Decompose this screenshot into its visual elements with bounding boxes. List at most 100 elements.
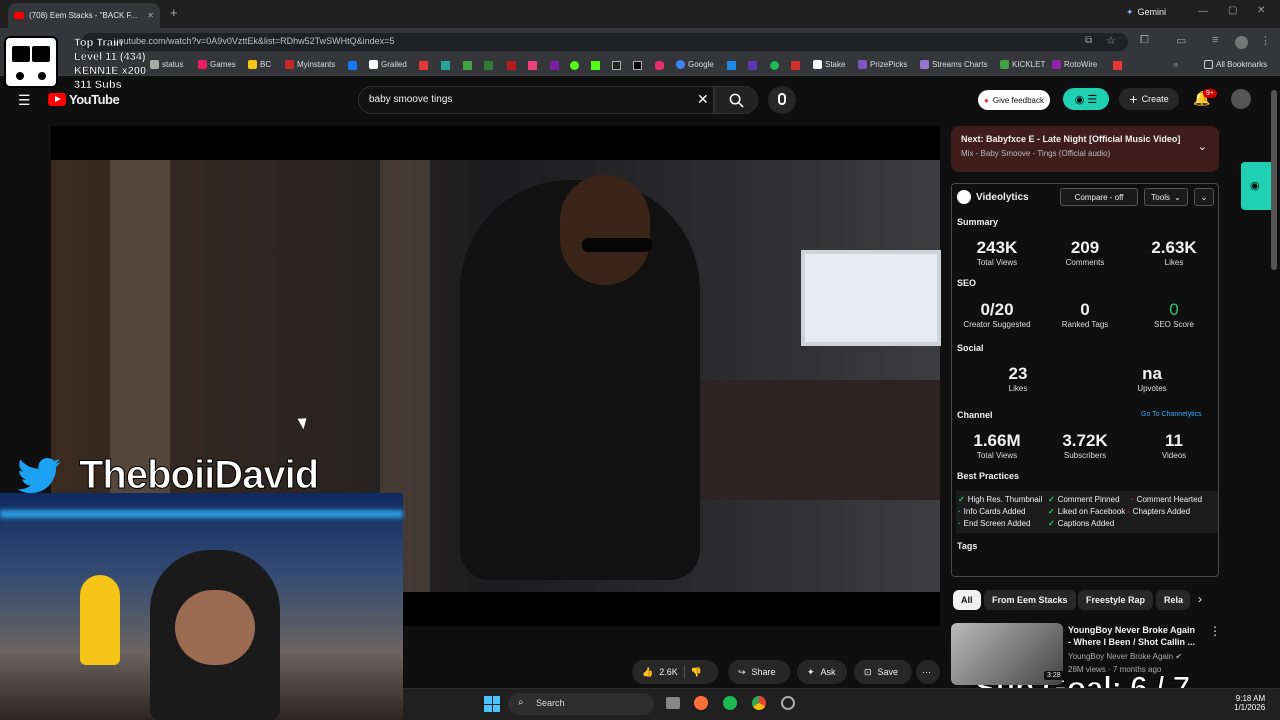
chrome-icon[interactable] [752,696,766,710]
videolytics-side-tab[interactable]: ◉ [1241,162,1271,210]
spotify-icon[interactable] [723,696,737,710]
check-icon: · [958,519,961,528]
dislike-button[interactable]: 👎 [691,667,702,678]
clear-search-icon[interactable]: ✕ [697,91,709,108]
install-icon[interactable]: ⧉ [1085,35,1092,46]
kick-icon[interactable] [570,61,579,70]
rec-video-title[interactable]: YoungBoy Never Broke Again - Where I Bee… [1068,624,1200,648]
bookmark-icon[interactable] [441,61,450,70]
bookmark-status[interactable]: status [150,60,183,69]
bookmark-icon[interactable] [748,61,757,70]
chevron-right-icon[interactable]: › [1198,592,1202,606]
bookmark-icon[interactable] [507,61,516,70]
collapse-button[interactable]: ⌄ [1194,188,1214,206]
like-button[interactable]: 👍 2.6K [642,667,678,678]
more-bookmarks-icon[interactable]: » [1173,59,1178,69]
tiktok-icon[interactable] [612,61,621,70]
bookmark-google[interactable]: Google [676,60,714,69]
bookmark-icon[interactable] [419,61,428,70]
app-icon[interactable] [781,696,795,710]
rec-channel[interactable]: YoungBoy Never Broke Again ✔ [1068,652,1182,661]
bp-label: High Res. Thumbnail [967,495,1043,504]
give-feedback-button[interactable]: ● Give feedback [978,90,1050,110]
all-bookmarks-button[interactable]: All Bookmarks [1204,60,1267,69]
chip-freestyle-rap[interactable]: Freestyle Rap [1078,590,1154,610]
chevron-down-icon[interactable]: ⌄ [1198,140,1207,153]
extensions-icon[interactable]: ⧠ [1140,34,1149,47]
taskbar-search[interactable]: ⌕ Search [508,693,654,715]
bookmark-games[interactable]: Games [198,60,236,69]
extension-toggle-button[interactable]: ◉ ☰ [1063,88,1109,110]
facebook-icon[interactable] [348,61,357,70]
bookmark-icon[interactable] [550,61,559,70]
next-video-banner[interactable]: Next: Babyfxce E - Late Night [Official … [951,126,1219,172]
bookmark-star-icon[interactable]: ☆ [1106,34,1116,47]
figurine [80,575,120,665]
bookmark-bc[interactable]: BC [248,60,271,69]
x-icon[interactable] [633,61,642,70]
ask-button[interactable]: ✦ Ask [797,660,847,684]
create-button[interactable]: + Create [1119,88,1179,110]
gemini-button[interactable]: ✦ Gemini [1126,7,1166,18]
page-scrollbar[interactable] [1271,90,1277,270]
kick-icon[interactable] [591,61,600,70]
chevron-down-icon: ⌄ [1200,191,1208,202]
go-to-channelytics-link[interactable]: Go To Channelytics [1141,411,1202,418]
restore-icon[interactable]: ▢ [1228,5,1237,16]
sparkle-icon: ✦ [807,666,815,677]
browser-tab[interactable]: (708) Eem Stacks - "BACK F... ✕ [8,3,160,28]
bookmark-kicklet[interactable]: KICKLET [1000,60,1045,69]
stat-value: 2.63K [1151,238,1197,257]
more-actions-button[interactable]: ⋯ [916,660,940,684]
search-input[interactable]: baby smoove tings [358,86,714,114]
account-avatar[interactable] [1231,89,1251,109]
youtube-logo[interactable]: YouTube [48,92,120,107]
spotify-icon[interactable] [770,61,779,70]
close-tab-icon[interactable]: ✕ [147,11,154,20]
hamburger-menu-icon[interactable]: ☰ [18,92,31,109]
search-button[interactable] [714,86,758,114]
share-button[interactable]: ↪ Share [728,660,790,684]
bp-item: ✓ High Res. Thumbnail [958,495,1042,504]
bookmark-rotowire[interactable]: RotoWire [1052,60,1097,69]
bookmark-icon[interactable] [484,61,493,70]
compare-toggle[interactable]: Compare - off [1060,188,1138,206]
chip-all[interactable]: All [953,590,981,610]
chip-from-eem-stacks[interactable]: From Eem Stacks [984,590,1076,610]
new-tab-icon[interactable]: + [170,5,178,20]
profile-avatar[interactable] [1235,36,1248,49]
bookmark-label: Streams Charts [932,60,988,69]
bookmark-icon[interactable] [528,61,537,70]
bookmark-streams-charts[interactable]: Streams Charts [920,60,988,69]
voice-search-button[interactable] [768,86,796,114]
windows-start-icon[interactable] [484,696,500,712]
media-icon[interactable]: ≡ [1212,34,1218,46]
firefox-icon[interactable] [694,696,708,710]
sidepanel-icon[interactable]: ▭ [1176,34,1186,47]
stat-channel-views: 1.66M Total Views [952,431,1042,460]
taskbar-clock[interactable]: 9:18 AM 1/1/2026 [1234,694,1265,712]
url-field[interactable]: youtube.com/watch?v=0A9v0VzttEk&list=RDh… [82,33,1128,51]
save-button[interactable]: ⊡ Save [854,660,912,684]
minimize-icon[interactable]: — [1198,6,1208,17]
bookmark-icon[interactable] [463,61,472,70]
more-options-icon[interactable]: ⋮ [1209,624,1221,638]
menu-icon[interactable]: ⋮ [1260,34,1271,47]
bookmark-stake[interactable]: Stake [813,60,845,69]
bookmark-icon[interactable] [791,61,800,70]
bookmark-prizepicks[interactable]: PrizePicks [858,60,907,69]
bookmark-icon[interactable] [1113,61,1122,70]
bookmark-icon[interactable] [727,61,736,70]
close-window-icon[interactable]: ✕ [1257,5,1265,16]
compare-label: Compare - off [1074,192,1124,202]
bp-item: · End Screen Added [958,519,1030,528]
chip-related[interactable]: Rela [1156,590,1190,610]
tools-dropdown[interactable]: Tools ⌄ [1144,188,1188,206]
train-user: KENN1E x200 [74,65,147,77]
bookmark-grailed[interactable]: Grailed [369,60,407,69]
video-duration: 3:28 [1044,671,1064,680]
task-view-icon[interactable] [666,697,680,709]
bookmark-myinstants[interactable]: Myinstants [285,60,335,69]
thumbs-up-icon: 👍 [642,666,654,677]
instagram-icon[interactable] [655,61,664,70]
